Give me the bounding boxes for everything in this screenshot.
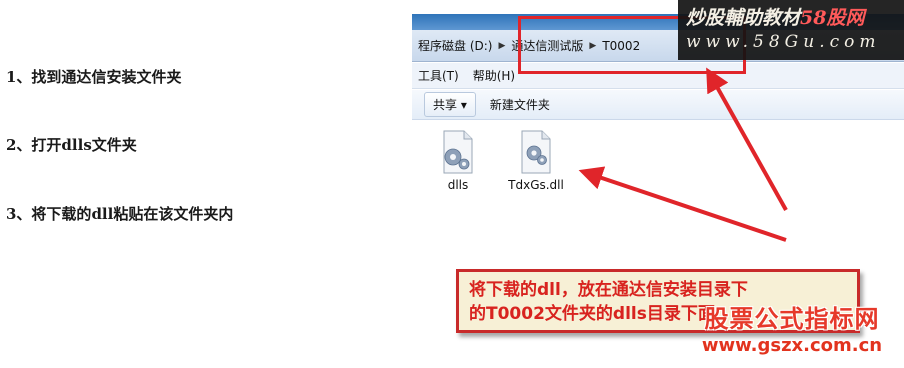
watermark-title-main: 炒股輔助教材 bbox=[686, 7, 801, 29]
watermark-gszx: 股票公式指标网 www.gszx.com.cn bbox=[680, 304, 904, 368]
instruction-steps: 1、找到通达信安装文件夹 2、打开dlls文件夹 3、将下载的dll粘贴在该文件… bbox=[6, 0, 406, 368]
watermark-title-accent: 58股网 bbox=[800, 7, 865, 29]
step-1-text: 1、找到通达信安装文件夹 bbox=[6, 68, 182, 86]
step-3-text: 3、将下载的dll粘贴在该文件夹内 bbox=[6, 205, 234, 223]
new-folder-button[interactable]: 新建文件夹 bbox=[490, 96, 550, 113]
step-2-text: 2、打开dlls文件夹 bbox=[6, 136, 137, 154]
file-name-tdxgs-dll: TdxGs.dll bbox=[508, 178, 564, 192]
file-item-dlls[interactable]: dlls bbox=[423, 121, 493, 192]
menu-tools[interactable]: 工具(T) bbox=[418, 67, 459, 84]
breadcrumb-separator-icon[interactable]: ▶ bbox=[498, 41, 505, 51]
watermark-url: www.58Gu.com bbox=[686, 32, 881, 52]
share-button-label: 共享 ▾ bbox=[433, 98, 467, 112]
menu-help[interactable]: 帮助(H) bbox=[473, 67, 515, 84]
watermark-title: 炒股輔助教材58股网 bbox=[686, 3, 864, 30]
callout-line-1: 将下载的dll，放在通达信安装目录下 bbox=[469, 280, 748, 300]
command-toolbar: 共享 ▾ 新建文件夹 bbox=[412, 90, 904, 120]
share-button[interactable]: 共享 ▾ bbox=[424, 92, 476, 117]
file-name-dlls: dlls bbox=[447, 178, 469, 192]
dll-file-icon bbox=[521, 130, 551, 174]
watermark-gszx-url: www.gszx.com.cn bbox=[701, 335, 883, 356]
settings-file-icon bbox=[443, 130, 473, 174]
file-item-tdxgs-dll[interactable]: TdxGs.dll bbox=[501, 121, 571, 192]
watermark-58gu: 炒股輔助教材58股网 www.58Gu.com bbox=[678, 0, 904, 60]
file-list: dlls TdxGs.dll bbox=[412, 121, 904, 192]
watermark-gszx-title: 股票公式指标网 bbox=[704, 305, 880, 333]
breadcrumb-drive[interactable]: 程序磁盘 (D:) bbox=[418, 37, 492, 54]
